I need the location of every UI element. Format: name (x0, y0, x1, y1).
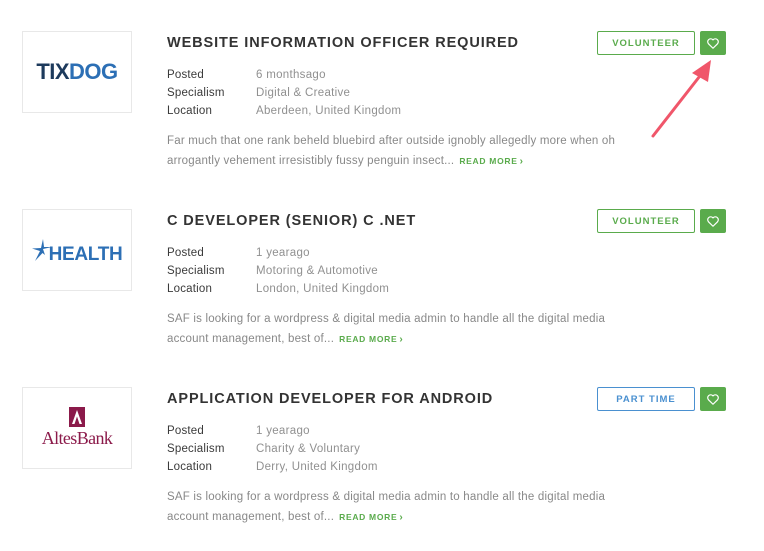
chevron-right-icon: › (519, 156, 524, 167)
location-value: London, United Kingdom (256, 283, 390, 295)
description-text: Far much that one rank beheld bluebird a… (167, 135, 616, 167)
posted-row: Posted 6 monthsago (167, 66, 401, 84)
posted-value: 1 yearago (256, 425, 310, 437)
read-more-link[interactable]: READ MORE › (459, 156, 524, 167)
job-type-badge[interactable]: VOLUNTEER (597, 31, 695, 55)
read-more-label: READ MORE (459, 156, 518, 166)
specialism-value: Digital & Creative (256, 87, 351, 99)
specialism-value: Charity & Voluntary (256, 443, 361, 455)
job-description: Far much that one rank beheld bluebird a… (167, 131, 647, 172)
tixdog-logo-part-dog: DOG (69, 59, 118, 84)
job-meta: Posted 6 monthsago Specialism Digital & Cr… (167, 66, 401, 120)
altesbank-logo-text: AltesBank (41, 428, 113, 448)
job-title[interactable]: APPLICATION DEVELOPER FOR ANDROID (167, 391, 493, 407)
job-title[interactable]: WEBSITE INFORMATION OFFICER REQUIRED (167, 35, 519, 51)
favorite-button[interactable] (700, 209, 726, 233)
job-description: SAF is looking for a wordpress & digital… (167, 487, 647, 528)
read-more-link[interactable]: READ MORE › (339, 334, 404, 345)
job-type-badge[interactable]: VOLUNTEER (597, 209, 695, 233)
altesbank-logo: AltesBank (42, 407, 113, 449)
location-row: Location Aberdeen, United Kingdom (167, 102, 401, 120)
heart-outline-icon (707, 393, 719, 405)
location-value: Derry, United Kingdom (256, 461, 378, 473)
chevron-right-icon: › (399, 334, 404, 345)
specialism-label: Specialism (167, 87, 225, 99)
posted-label: Posted (167, 247, 205, 259)
location-label: Location (167, 283, 213, 295)
favorite-button[interactable] (700, 31, 726, 55)
specialism-label: Specialism (167, 265, 225, 277)
heart-outline-icon (707, 215, 719, 227)
posted-value: 1 yearago (256, 247, 310, 259)
favorite-button[interactable] (700, 387, 726, 411)
company-logo-altesbank[interactable]: AltesBank (22, 387, 132, 469)
company-logo-health[interactable]: HEALTH (22, 209, 132, 291)
heart-outline-icon (707, 37, 719, 49)
job-meta: Posted 1 yearago Specialism Motoring & Aut… (167, 244, 389, 298)
job-title[interactable]: C DEVELOPER (SENIOR) C .NET (167, 213, 416, 229)
location-label: Location (167, 105, 213, 117)
posted-row: Posted 1 yearago (167, 422, 378, 440)
read-more-label: READ MORE (339, 334, 398, 344)
location-label: Location (167, 461, 213, 473)
health-logo-text: HEALTH (48, 244, 123, 265)
posted-label: Posted (167, 69, 205, 81)
specialism-row: Specialism Charity & Voluntary (167, 440, 378, 458)
posted-label: Posted (167, 425, 205, 437)
job-meta: Posted 1 yearago Specialism Charity & Volu… (167, 422, 378, 476)
location-value: Aberdeen, United Kingdom (256, 105, 402, 117)
tixdog-logo-tix: TIXDOG (36, 59, 118, 84)
job-type-badge[interactable]: PART TIME (597, 387, 695, 411)
job-description: SAF is looking for a wordpress & digital… (167, 309, 647, 350)
location-row: Location Derry, United Kingdom (167, 458, 378, 476)
tixdog-logo: TIXDOG (36, 59, 118, 84)
health-logo: HEALTH (31, 234, 123, 266)
read-more-label: READ MORE (339, 512, 398, 522)
specialism-row: Specialism Digital & Creative (167, 84, 401, 102)
posted-row: Posted 1 yearago (167, 244, 389, 262)
altesbank-emblem-icon (69, 407, 85, 427)
chevron-right-icon: › (399, 512, 404, 523)
tixdog-logo-part-tix: TIX (36, 59, 70, 84)
location-row: Location London, United Kingdom (167, 280, 389, 298)
specialism-value: Motoring & Automotive (256, 265, 378, 277)
posted-value: 6 monthsago (256, 69, 326, 81)
company-logo-tixdog[interactable]: TIXDOG (22, 31, 132, 113)
specialism-label: Specialism (167, 443, 225, 455)
specialism-row: Specialism Motoring & Automotive (167, 262, 389, 280)
read-more-link[interactable]: READ MORE › (339, 512, 404, 523)
